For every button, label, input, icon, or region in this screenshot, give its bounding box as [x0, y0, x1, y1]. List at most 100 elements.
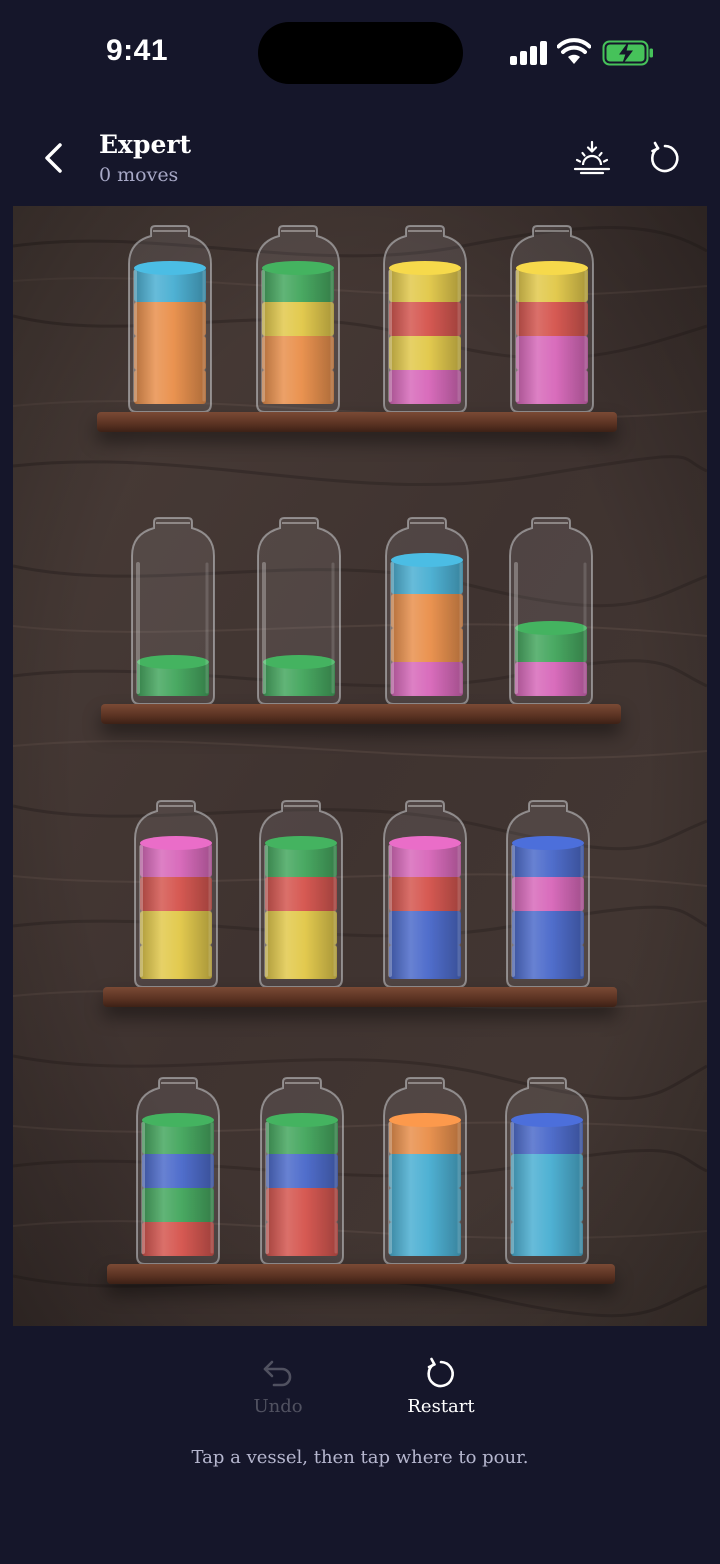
liquid-layer-yellow [265, 945, 337, 979]
liquid-layer-cyan [511, 1188, 583, 1222]
liquid-stack [391, 560, 463, 696]
liquid-layer-red [516, 302, 588, 336]
liquid-stack [137, 662, 209, 696]
vessel[interactable] [503, 799, 593, 989]
wooden-shelf [101, 704, 621, 724]
dynamic-island [258, 22, 463, 84]
liquid-layer-orange [391, 594, 463, 628]
liquid-layer-orange [391, 628, 463, 662]
vessel[interactable] [506, 516, 596, 706]
liquid-stack [265, 843, 337, 979]
vessel[interactable] [253, 224, 343, 414]
level-title: Expert [99, 130, 192, 159]
sunrise-hint-icon[interactable] [572, 138, 612, 178]
liquid-layer-yellow [262, 302, 334, 336]
liquid-layer-red [142, 1222, 214, 1256]
vessel[interactable] [256, 799, 346, 989]
liquid-layer-cyan [389, 1188, 461, 1222]
liquid-layer-yellow [389, 268, 461, 302]
restart-label: Restart [407, 1396, 475, 1417]
liquid-layer-green [262, 268, 334, 302]
restart-button[interactable]: Restart [381, 1356, 501, 1426]
liquid-layer-green [266, 1120, 338, 1154]
liquid-stack [140, 843, 212, 979]
liquid-stack [515, 628, 587, 696]
liquid-layer-orange [134, 302, 206, 336]
liquid-stack [262, 268, 334, 404]
vessel[interactable] [382, 516, 472, 706]
liquid-layer-blue [389, 911, 461, 945]
liquid-layer-pink [516, 336, 588, 370]
game-board [13, 206, 707, 1326]
liquid-layer-green [515, 628, 587, 662]
liquid-layer-yellow [265, 911, 337, 945]
status-time: 9:41 [106, 34, 169, 67]
liquid-layer-blue [512, 911, 584, 945]
liquid-layer-cyan [511, 1154, 583, 1188]
bottom-controls: Undo Restart Tap a vessel, then tap wher… [0, 1326, 720, 1564]
liquid-layer-orange [134, 370, 206, 404]
battery-charging-icon [602, 40, 653, 66]
instruction-text: Tap a vessel, then tap where to pour. [191, 1447, 529, 1468]
vessel[interactable] [257, 1076, 347, 1266]
vessel[interactable] [507, 224, 597, 414]
status-bar: 9:41 [0, 0, 720, 110]
liquid-layer-cyan [511, 1222, 583, 1256]
back-chevron-icon[interactable] [36, 138, 76, 178]
liquid-layer-cyan [389, 1222, 461, 1256]
liquid-stack [516, 268, 588, 404]
liquid-layer-cyan [134, 268, 206, 302]
vessel[interactable] [380, 224, 470, 414]
liquid-stack [263, 662, 335, 696]
liquid-stack [389, 843, 461, 979]
vessel[interactable] [380, 799, 470, 989]
vessel[interactable] [380, 1076, 470, 1266]
wifi-icon [557, 38, 591, 64]
liquid-stack [512, 843, 584, 979]
liquid-stack [389, 1120, 461, 1256]
vessel[interactable] [128, 516, 218, 706]
liquid-stack [511, 1120, 583, 1256]
undo-button[interactable]: Undo [218, 1356, 338, 1426]
shelf-row [13, 799, 707, 1029]
vessel[interactable] [502, 1076, 592, 1266]
wooden-shelf [107, 1264, 615, 1284]
liquid-layer-red [266, 1222, 338, 1256]
liquid-layer-yellow [140, 945, 212, 979]
restart-icon[interactable] [646, 140, 684, 178]
liquid-layer-yellow [389, 336, 461, 370]
liquid-stack [389, 268, 461, 404]
liquid-layer-red [265, 877, 337, 911]
liquid-layer-pink [515, 662, 587, 696]
liquid-layer-green [263, 662, 335, 696]
liquid-layer-green [265, 843, 337, 877]
liquid-layer-red [140, 877, 212, 911]
undo-label: Undo [253, 1396, 303, 1417]
wooden-shelf [103, 987, 617, 1007]
game-header: Expert 0 moves [0, 110, 720, 206]
liquid-layer-blue [266, 1154, 338, 1188]
liquid-layer-cyan [391, 560, 463, 594]
liquid-layer-orange [262, 336, 334, 370]
cellular-signal-icon [510, 41, 548, 65]
liquid-stack [134, 268, 206, 404]
liquid-layer-pink [389, 370, 461, 404]
liquid-layer-blue [511, 1120, 583, 1154]
shelf-row [13, 516, 707, 746]
vessel[interactable] [125, 224, 215, 414]
liquid-layer-blue [389, 945, 461, 979]
liquid-layer-green [137, 662, 209, 696]
liquid-layer-pink [512, 877, 584, 911]
liquid-layer-blue [512, 945, 584, 979]
vessel[interactable] [254, 516, 344, 706]
liquid-layer-pink [140, 843, 212, 877]
liquid-layer-orange [134, 336, 206, 370]
liquid-layer-red [389, 877, 461, 911]
move-counter: 0 moves [99, 164, 179, 186]
vessel[interactable] [133, 1076, 223, 1266]
liquid-layer-orange [262, 370, 334, 404]
liquid-layer-green [142, 1188, 214, 1222]
shelf-row [13, 1076, 707, 1306]
undo-arrow-icon [263, 1360, 292, 1387]
vessel[interactable] [131, 799, 221, 989]
